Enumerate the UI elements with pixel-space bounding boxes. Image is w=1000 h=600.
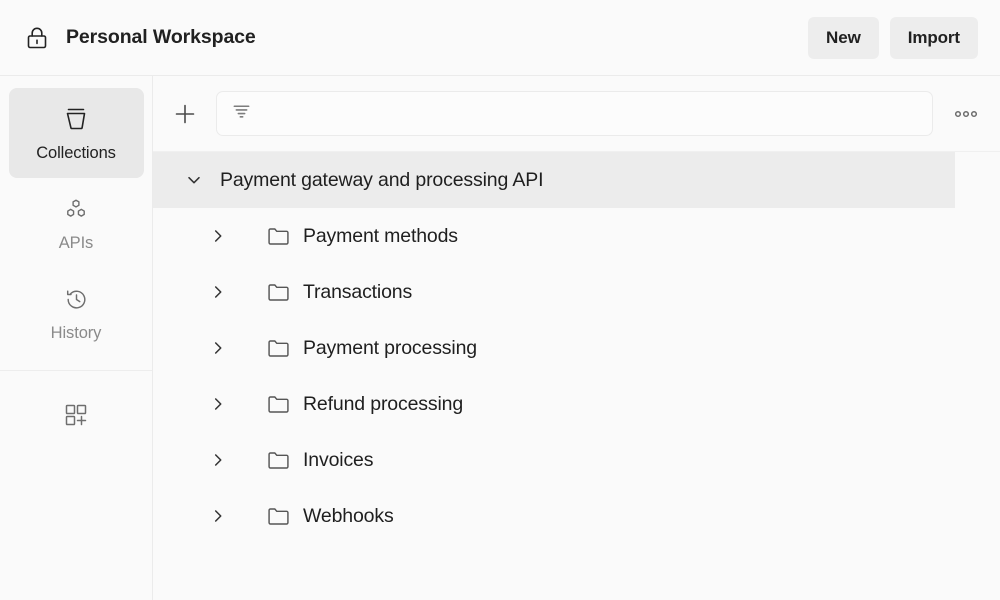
apis-hexagons-icon: [59, 193, 93, 225]
folder-row[interactable]: Payment processing: [153, 320, 1000, 376]
grid-plus-icon[interactable]: [52, 391, 100, 439]
chevron-down-icon[interactable]: [177, 170, 211, 190]
chevron-right-icon[interactable]: [201, 506, 235, 526]
collections-toolbar: [153, 76, 1000, 152]
collection-icon: [59, 103, 93, 135]
sidebar-item-label: Collections: [36, 144, 116, 163]
filter-bar[interactable]: [216, 91, 933, 136]
collections-tree: Payment gateway and processing API Payme…: [153, 152, 1000, 600]
sidebar-item-label: History: [51, 324, 102, 343]
workspace-body: Collections APIs: [0, 76, 1000, 600]
collections-panel: Payment gateway and processing API Payme…: [153, 76, 1000, 600]
folder-row[interactable]: Webhooks: [153, 488, 1000, 544]
rail-secondary-group: [0, 371, 152, 439]
ellipsis-icon[interactable]: [949, 99, 983, 129]
folder-name: Webhooks: [303, 505, 394, 528]
folder-icon: [265, 336, 291, 361]
filter-icon: [231, 101, 252, 127]
rail-primary-group: Collections APIs: [0, 88, 152, 371]
plus-icon[interactable]: [170, 99, 200, 129]
folder-row[interactable]: Refund processing: [153, 376, 1000, 432]
folder-icon: [265, 280, 291, 305]
folder-name: Payment processing: [303, 337, 477, 360]
chevron-right-icon[interactable]: [201, 282, 235, 302]
chevron-right-icon[interactable]: [201, 338, 235, 358]
folder-row[interactable]: Payment methods: [153, 208, 1000, 264]
collection-row[interactable]: Payment gateway and processing API: [153, 152, 955, 208]
folder-row[interactable]: Invoices: [153, 432, 1000, 488]
folder-icon: [265, 448, 291, 473]
chevron-right-icon[interactable]: [201, 226, 235, 246]
collection-name: Payment gateway and processing API: [220, 169, 543, 192]
sidebar-item-label: APIs: [59, 234, 93, 253]
folder-icon: [265, 224, 291, 249]
app-window: Personal Workspace New Import Collection…: [0, 0, 1000, 600]
workspace-title: Personal Workspace: [66, 26, 256, 49]
import-button[interactable]: Import: [890, 17, 978, 59]
folder-name: Invoices: [303, 449, 373, 472]
folder-row[interactable]: Transactions: [153, 264, 1000, 320]
folder-name: Transactions: [303, 281, 412, 304]
sidebar-item-collections[interactable]: Collections: [9, 88, 144, 178]
history-clock-icon: [59, 283, 93, 315]
chevron-right-icon[interactable]: [201, 450, 235, 470]
sidebar-item-apis[interactable]: APIs: [9, 178, 144, 268]
workspace-header: Personal Workspace New Import: [0, 0, 1000, 76]
folder-icon: [265, 504, 291, 529]
chevron-right-icon[interactable]: [201, 394, 235, 414]
folder-name: Payment methods: [303, 225, 458, 248]
lock-icon: [24, 25, 50, 51]
folder-name: Refund processing: [303, 393, 463, 416]
workspace-identity: Personal Workspace: [24, 25, 256, 51]
folder-icon: [265, 392, 291, 417]
header-actions: New Import: [808, 17, 978, 59]
left-nav-rail: Collections APIs: [0, 76, 153, 600]
new-button[interactable]: New: [808, 17, 879, 59]
sidebar-item-history[interactable]: History: [9, 268, 144, 358]
filter-input[interactable]: [262, 105, 918, 123]
